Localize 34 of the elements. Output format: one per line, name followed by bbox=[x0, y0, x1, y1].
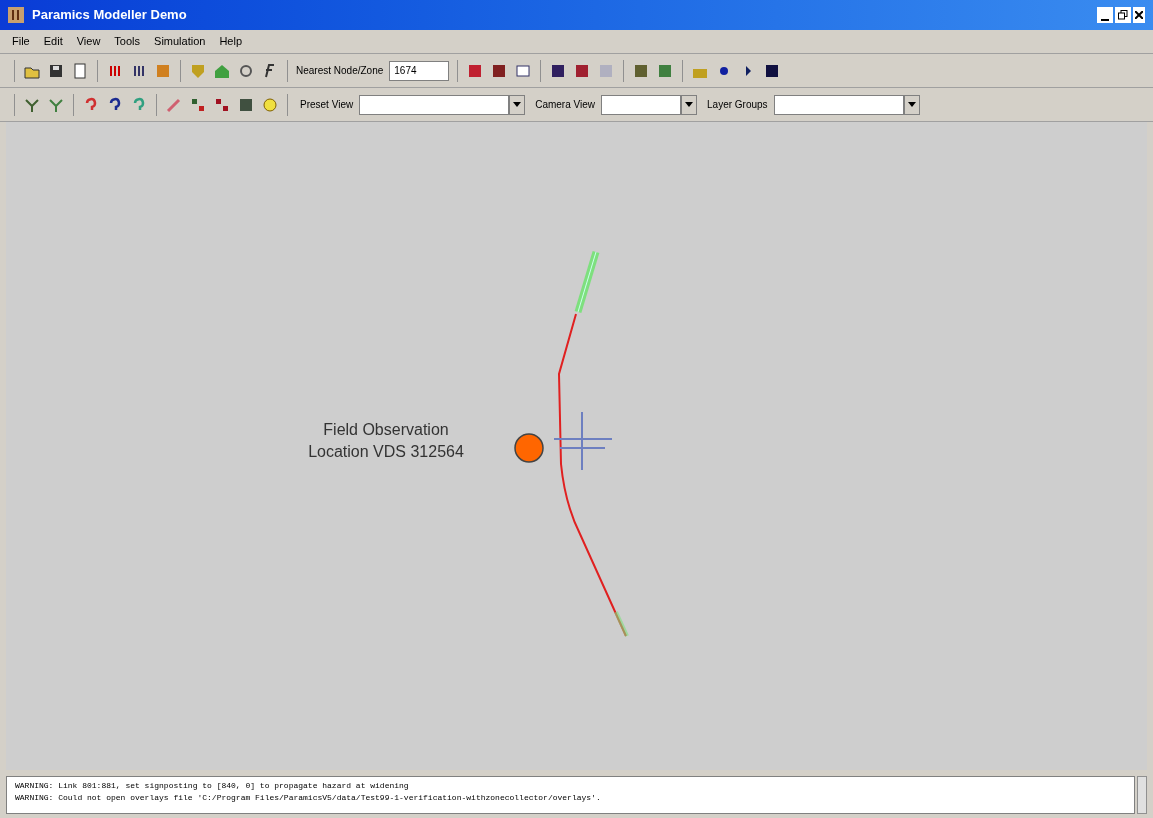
menu-item[interactable]: Tools bbox=[114, 33, 141, 50]
observation-label: Field Observation Location VDS 312564 bbox=[307, 420, 465, 462]
minimize-icon bbox=[1101, 19, 1109, 21]
close-icon bbox=[1135, 11, 1143, 19]
window-title: Paramics Modeller Demo bbox=[32, 6, 187, 25]
dropdown-label: Preset View bbox=[300, 98, 354, 112]
restore-icon bbox=[1118, 10, 1128, 20]
caret-icon bbox=[513, 102, 522, 107]
crosshair-marker bbox=[553, 411, 613, 471]
restore-button[interactable] bbox=[1115, 7, 1131, 23]
menu-item[interactable]: File bbox=[12, 33, 30, 50]
dropdown-field[interactable] bbox=[601, 94, 682, 115]
scrollbar[interactable] bbox=[1137, 776, 1147, 814]
dropdown-button[interactable] bbox=[509, 94, 526, 115]
close-button[interactable] bbox=[1133, 7, 1145, 23]
observation-point bbox=[514, 433, 544, 463]
caret-icon bbox=[685, 102, 694, 107]
dropdown-field[interactable] bbox=[359, 94, 510, 115]
field-label: Nearest Node/Zone bbox=[296, 64, 384, 78]
menu-item[interactable]: View bbox=[76, 33, 101, 50]
document-icon[interactable] bbox=[71, 61, 89, 80]
input-field[interactable]: 1674 bbox=[389, 60, 450, 81]
log-line: WARNING: Could not open overlays file 'C:/Program Files/ParamicsV5/data/Test99-1-verification-withzonecollector/overlays'. bbox=[15, 792, 602, 804]
menu-item[interactable]: Help bbox=[219, 33, 243, 50]
log-line: WARNING: Link 801:881, set signposting to [840, 0] to propagate hazard at widening bbox=[15, 780, 410, 792]
dropdown-label: Camera View bbox=[535, 98, 596, 112]
minimize-button[interactable] bbox=[1097, 7, 1113, 23]
dropdown-button[interactable] bbox=[681, 94, 698, 115]
app-icon bbox=[8, 7, 24, 23]
menu-item[interactable]: Simulation bbox=[154, 33, 206, 50]
menu-item[interactable]: Edit bbox=[43, 33, 63, 50]
dropdown-label: Layer Groups bbox=[707, 98, 768, 112]
dropdown-field[interactable] bbox=[773, 94, 904, 115]
caret-icon bbox=[907, 102, 916, 107]
